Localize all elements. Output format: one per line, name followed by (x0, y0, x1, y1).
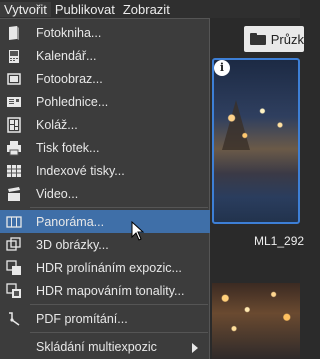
menu-item-label: Fotokniha... (36, 25, 102, 40)
menu-item-label: Kalendář... (36, 48, 97, 63)
menu-separator (30, 332, 208, 333)
menu-item-panorama[interactable]: Panoráma... (0, 210, 210, 233)
menu-item-label: HDR mapováním tonality... (36, 283, 185, 298)
menu-item-index-prints[interactable]: Indexové tisky... (0, 159, 210, 182)
menu-item-label: Indexové tisky... (36, 163, 125, 178)
video-clapper-icon (8, 187, 20, 201)
folder-icon (250, 33, 266, 45)
menu-item-label: Tisk fotek... (36, 140, 100, 155)
market-lights (212, 283, 300, 359)
menu-item-3d-images[interactable]: 3D obrázky... (0, 233, 210, 256)
thumbnail-filename: ML1_292 (254, 234, 305, 248)
photobook-icon (9, 26, 19, 40)
menu-item-photobook[interactable]: Fotokniha... (0, 21, 210, 44)
menu-item-photo-canvas[interactable]: Fotoobraz... (0, 67, 210, 90)
explore-button[interactable]: Průzk (244, 26, 304, 52)
index-print-icon (7, 165, 21, 177)
menu-item-hdr-tonemap[interactable]: HDR mapováním tonality... (0, 279, 210, 302)
create-dropdown-menu: Fotokniha... Kalendář... Fotoobraz... Po… (0, 18, 210, 359)
menu-zobrazit[interactable]: Zobrazit (119, 2, 174, 17)
mouse-cursor-icon (131, 221, 145, 241)
printer-icon (7, 141, 21, 156)
menu-item-collage[interactable]: Koláž... (0, 113, 210, 136)
menu-separator (30, 304, 208, 305)
menu-item-label: 3D obrázky... (36, 237, 109, 252)
calendar-icon (9, 50, 19, 63)
menu-item-label: Pohlednice... (36, 94, 109, 109)
menu-item-label: Fotoobraz... (36, 71, 103, 86)
city-lights (214, 90, 298, 160)
collage-icon (7, 117, 21, 133)
pdf-slideshow-icon (9, 312, 20, 326)
photo-thumbnail-selected[interactable] (212, 58, 300, 224)
menu-item-label: HDR prolínáním expozic... (36, 260, 182, 275)
menu-item-label: Koláž... (36, 117, 78, 132)
menu-item-postcard[interactable]: Pohlednice... (0, 90, 210, 113)
menu-item-print-photos[interactable]: Tisk fotek... (0, 136, 210, 159)
menu-item-video[interactable]: Video... (0, 182, 210, 205)
hdr-tonemap-icon (6, 283, 21, 298)
menu-item-multiexposure-stacking[interactable]: Skládání multiexpozic (0, 335, 210, 358)
menubar: Vytvořit Publikovat Zobrazit (0, 0, 300, 18)
photo-canvas-icon (7, 73, 21, 85)
panorama-icon (6, 216, 22, 228)
info-icon[interactable]: i (214, 60, 230, 76)
menu-item-hdr-blend[interactable]: HDR prolínáním expozic... (0, 256, 210, 279)
menu-item-pdf-slideshow[interactable]: PDF promítání... (0, 307, 210, 330)
postcard-icon (7, 97, 21, 107)
menu-item-calendar[interactable]: Kalendář... (0, 44, 210, 67)
menu-item-label: PDF promítání... (36, 311, 128, 326)
hdr-blend-icon (6, 260, 21, 275)
menu-separator (30, 207, 208, 208)
menu-item-label: Panoráma... (36, 214, 105, 229)
submenu-arrow-icon (192, 343, 198, 353)
photo-thumbnail[interactable] (212, 283, 300, 359)
explore-button-label: Průzk (270, 31, 304, 47)
menu-publikovat[interactable]: Publikovat (51, 2, 119, 17)
menu-item-label: Skládání multiexpozic (36, 339, 157, 354)
3d-image-icon (6, 237, 21, 251)
menu-item-label: Video... (36, 186, 79, 201)
menu-vytvorit[interactable]: Vytvořit (0, 1, 51, 17)
